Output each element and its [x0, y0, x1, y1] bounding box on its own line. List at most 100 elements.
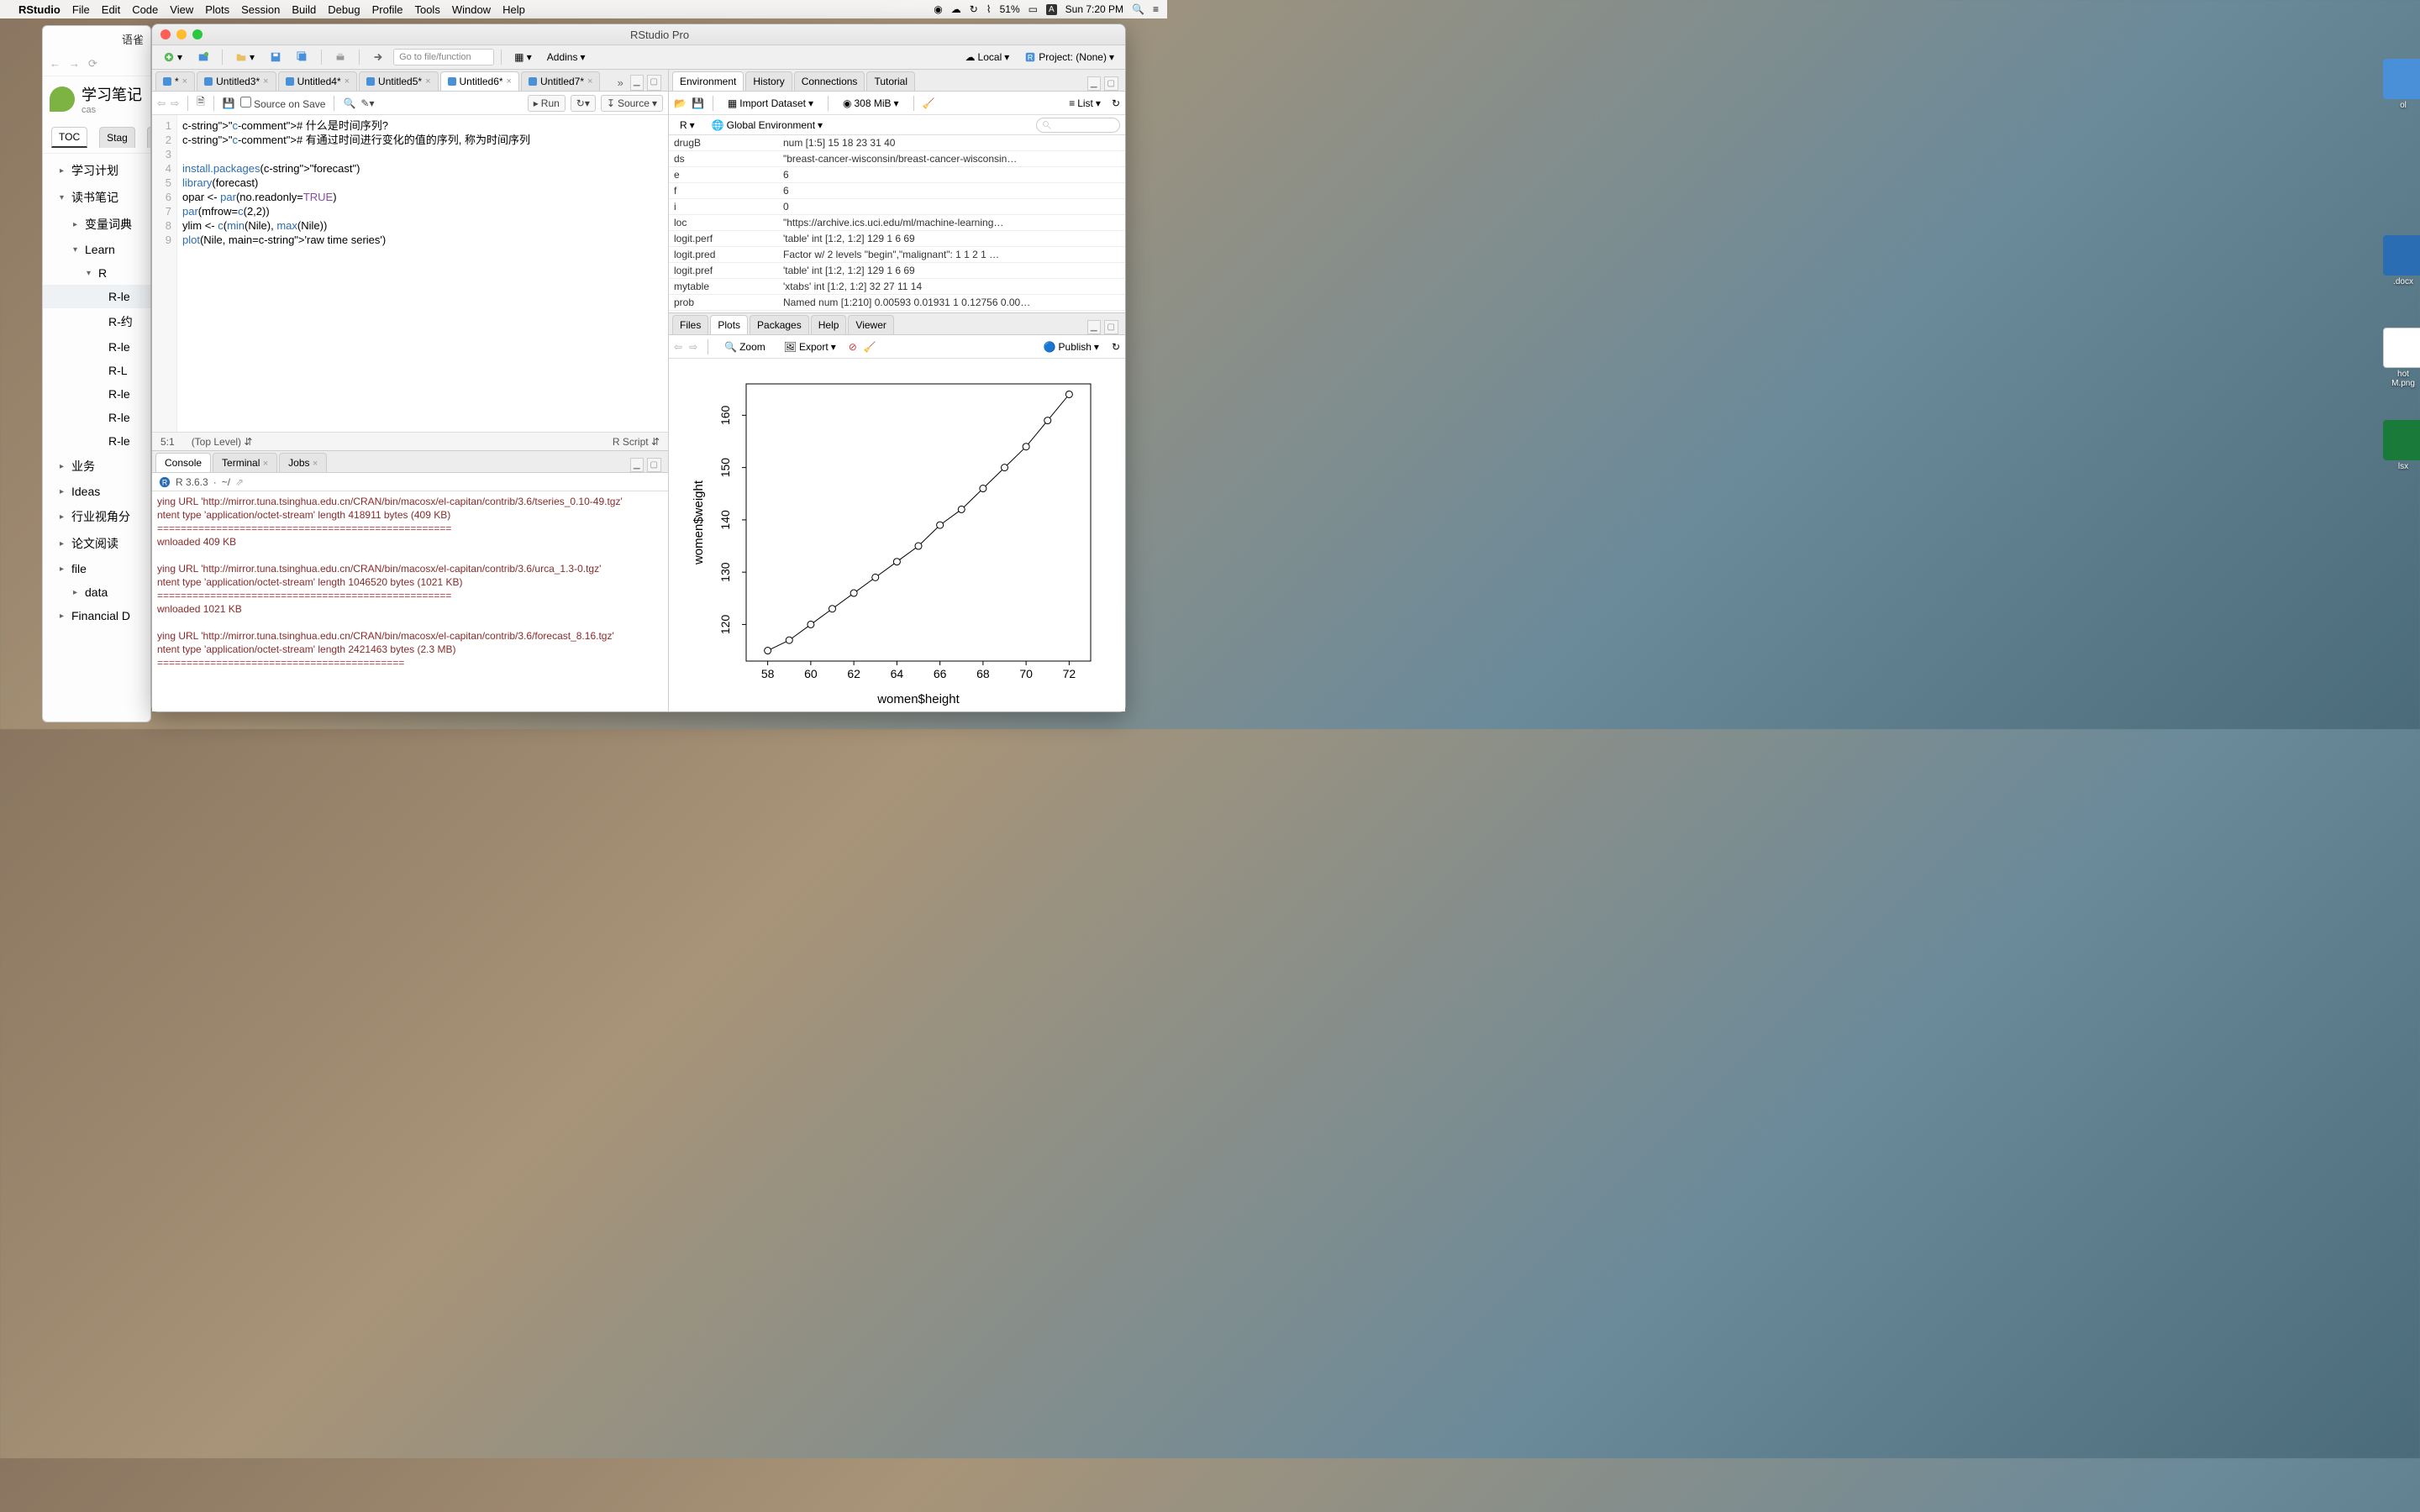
record-icon[interactable]: ◉	[934, 3, 942, 15]
tree-item[interactable]: ▸论文阅读	[43, 530, 150, 557]
maximize-pane-icon[interactable]: ▢	[1104, 320, 1118, 334]
env-view-button[interactable]: ≡ List ▾	[1063, 94, 1107, 113]
clock-icon[interactable]: ↻	[970, 3, 978, 15]
goto-file-input[interactable]: Go to file/function	[393, 49, 494, 66]
load-workspace-icon[interactable]: 📂	[674, 97, 687, 109]
tree-item[interactable]: R-约	[43, 308, 150, 335]
minimize-pane-icon[interactable]: ▁	[1087, 76, 1101, 91]
menu-debug[interactable]: Debug	[328, 3, 360, 16]
menu-code[interactable]: Code	[132, 3, 158, 16]
env-row[interactable]: ds"breast-cancer-wisconsin/breast-cancer…	[669, 151, 1125, 167]
goto-file-icon[interactable]	[366, 48, 390, 66]
menu-profile[interactable]: Profile	[372, 3, 403, 16]
code-editor[interactable]: 123456789 c-string">"c-comment"># 什么是时间序…	[152, 115, 668, 432]
source-tab[interactable]: Untitled3*×	[197, 71, 276, 91]
import-dataset-button[interactable]: ▦ Import Dataset ▾	[722, 94, 819, 113]
tree-item[interactable]: R-le	[43, 429, 150, 453]
minimize-pane-icon[interactable]: ▁	[630, 75, 644, 91]
tree-item[interactable]: ▸变量词典	[43, 211, 150, 238]
show-doc-icon[interactable]: 🗎	[197, 94, 205, 112]
env-row[interactable]: e6	[669, 167, 1125, 183]
source-tab[interactable]: *×	[155, 71, 195, 91]
new-file-button[interactable]: ▾	[157, 48, 188, 66]
tree-item[interactable]: ▸Financial D	[43, 604, 150, 627]
new-project-button[interactable]	[192, 48, 215, 66]
tree-item[interactable]: ▸行业视角分	[43, 503, 150, 530]
tab-help[interactable]: Help	[811, 315, 847, 334]
next-plot-icon[interactable]: ⇨	[689, 341, 697, 353]
local-indicator[interactable]: ☁ Local ▾	[960, 48, 1016, 66]
maximize-pane-icon[interactable]: ▢	[1104, 76, 1118, 91]
app-name[interactable]: RStudio	[18, 3, 60, 16]
wand-icon[interactable]: ✎▾	[360, 97, 374, 109]
minimize-icon[interactable]	[176, 29, 187, 39]
tab-plots[interactable]: Plots	[710, 315, 748, 334]
menu-view[interactable]: View	[170, 3, 193, 16]
env-scope-button[interactable]: 🌐 Global Environment ▾	[706, 116, 829, 134]
tree-item[interactable]: ▾读书笔记	[43, 184, 150, 211]
env-row[interactable]: logit.pref'table' int [1:2, 1:2] 129 1 6…	[669, 263, 1125, 279]
tree-item[interactable]: ▾R	[43, 261, 150, 285]
addins-button[interactable]: Addins ▾	[541, 48, 592, 66]
nav-fwd-icon[interactable]: →	[69, 57, 80, 70]
clear-env-icon[interactable]: 🧹	[923, 97, 935, 109]
env-search-input[interactable]	[1036, 118, 1120, 133]
minimize-pane-icon[interactable]: ▁	[630, 458, 644, 472]
find-icon[interactable]: 🔍	[343, 97, 355, 109]
tree-item[interactable]: R-le	[43, 285, 150, 308]
env-row[interactable]: i0	[669, 199, 1125, 215]
tree-item[interactable]: ▸Ideas	[43, 480, 150, 503]
menu-build[interactable]: Build	[292, 3, 316, 16]
refresh-plot-icon[interactable]: ↻	[1112, 341, 1120, 353]
desktop-item[interactable]: ol	[2378, 59, 2420, 110]
zoom-button[interactable]: 🔍 Zoom	[718, 338, 771, 356]
desktop-item[interactable]: .docx	[2378, 235, 2420, 286]
source-tab[interactable]: Untitled5*×	[359, 71, 438, 91]
source-tab[interactable]: Untitled6*×	[440, 71, 519, 91]
console-wd[interactable]: ~/	[222, 476, 230, 488]
source-on-save-checkbox[interactable]: Source on Save	[240, 97, 326, 110]
tab-history[interactable]: History	[745, 71, 792, 91]
tab-viewer[interactable]: Viewer	[848, 315, 893, 334]
env-row[interactable]: f6	[669, 183, 1125, 199]
tab-files[interactable]: Files	[672, 315, 708, 334]
env-lang-button[interactable]: R ▾	[674, 116, 701, 134]
menu-edit[interactable]: Edit	[102, 3, 120, 16]
save-all-button[interactable]	[291, 48, 314, 66]
open-file-button[interactable]: ▾	[229, 48, 260, 66]
save-workspace-icon[interactable]: 💾	[692, 97, 704, 109]
source-tab[interactable]: Untitled7*×	[521, 71, 600, 91]
tab-connections[interactable]: Connections	[794, 71, 865, 91]
prev-plot-icon[interactable]: ⇦	[674, 341, 682, 353]
tree-item[interactable]: ▾Learn	[43, 238, 150, 261]
tab-console[interactable]: Console	[155, 453, 211, 472]
maximize-pane-icon[interactable]: ▢	[647, 75, 661, 91]
wifi-icon[interactable]: ⌇	[986, 3, 992, 15]
maximize-pane-icon[interactable]: ▢	[647, 458, 661, 472]
tree-item[interactable]: ▸file	[43, 557, 150, 580]
tab-terminal[interactable]: Terminal ×	[213, 453, 277, 472]
back-icon[interactable]: ⇦	[157, 97, 166, 109]
console-output[interactable]: ying URL 'http://mirror.tuna.tsinghua.ed…	[152, 491, 668, 711]
run-button[interactable]: ▸Run	[528, 95, 566, 112]
fwd-icon[interactable]: ⇨	[171, 97, 179, 109]
export-button[interactable]: 🖼 Export ▾	[778, 338, 842, 356]
clear-plots-icon[interactable]: 🧹	[864, 341, 876, 353]
desktop-item[interactable]: hot M.png	[2378, 328, 2420, 388]
env-row[interactable]: probNamed num [1:210] 0.00593 0.01931 1 …	[669, 295, 1125, 311]
menu-file[interactable]: File	[72, 3, 90, 16]
tab-jobs[interactable]: Jobs ×	[279, 453, 327, 472]
close-icon[interactable]	[160, 29, 171, 39]
tab-environment[interactable]: Environment	[672, 71, 744, 91]
zoom-icon[interactable]	[192, 29, 203, 39]
spotlight-icon[interactable]: 🔍	[1132, 3, 1144, 15]
save-doc-icon[interactable]: 💾	[223, 97, 235, 109]
menu-window[interactable]: Window	[452, 3, 491, 16]
source-tab[interactable]: Untitled4*×	[278, 71, 357, 91]
menubar-clock[interactable]: Sun 7:20 PM	[1065, 3, 1123, 15]
tree-item[interactable]: R-le	[43, 406, 150, 429]
nav-back-icon[interactable]: ←	[50, 57, 60, 70]
remove-plot-icon[interactable]: ⊘	[849, 341, 857, 353]
publish-button[interactable]: 🔵 Publish ▾	[1038, 338, 1105, 356]
print-button[interactable]	[329, 48, 352, 66]
